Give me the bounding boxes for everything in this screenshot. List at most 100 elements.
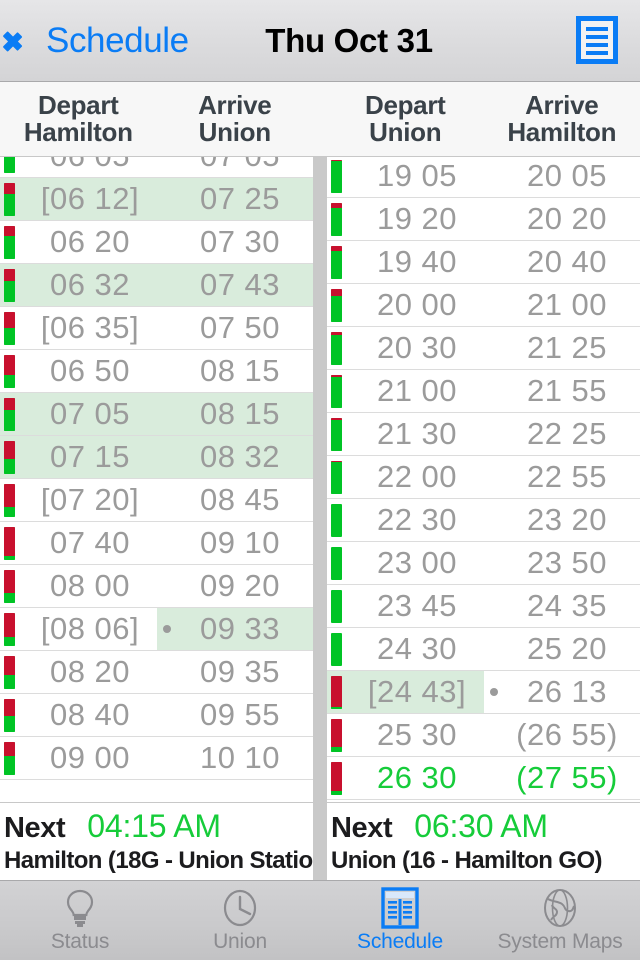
panel-hamilton-to-union: 06 0507 05 [06 12] 07 25 06 20 07 30 06 3207 … — [0, 157, 335, 880]
schedule-screen: Schedule Thu Oct 31 Depart Hamilton Arri… — [0, 0, 640, 960]
depart-time: 19 20 — [376, 201, 458, 236]
table-row[interactable]: 08 40 09 55 — [0, 694, 313, 737]
table-row[interactable]: [06 12] 07 25 — [0, 178, 313, 221]
next-time: 06:30 AM — [414, 808, 548, 844]
occupancy-bar-icon — [331, 202, 342, 236]
arrive-time: 07 43 — [199, 267, 281, 302]
table-row[interactable]: [08 06] 09 33 — [0, 608, 313, 651]
header-line-1: Depart — [364, 89, 446, 120]
tab-schedule[interactable]: Schedule — [320, 881, 480, 960]
arrive-time: 09 20 — [199, 568, 281, 603]
depart-time: 09 00 — [49, 740, 131, 775]
tab-label: Union — [213, 930, 267, 953]
table-row[interactable]: 20 30 21 25 — [327, 327, 640, 370]
table-row[interactable]: 21 30 22 25 — [327, 413, 640, 456]
table-row[interactable]: 25 30 (26 55) — [327, 714, 640, 757]
arrive-time: 21 55 — [526, 373, 608, 408]
depart-time: 19 05 — [376, 158, 458, 193]
table-row[interactable]: 07 05 08 15 — [0, 393, 313, 436]
depart-time: [06 12] — [40, 181, 140, 216]
occupancy-bar-icon — [4, 741, 15, 775]
table-row[interactable]: 22 30 23 20 — [327, 499, 640, 542]
occupancy-bar-icon — [331, 460, 342, 494]
table-row[interactable]: 23 45 24 35 — [327, 585, 640, 628]
tab-label: Status — [50, 930, 110, 953]
next-departure-left: Next 04:15 AM Hamilton (18G - Union Stat… — [0, 802, 335, 880]
next-time: 04:15 AM — [87, 808, 221, 844]
table-row[interactable]: 23 00 23 50 — [327, 542, 640, 585]
trip-list-left[interactable]: 06 0507 05 [06 12] 07 25 06 20 07 30 06 3207 … — [0, 157, 313, 802]
occupancy-bar-icon — [331, 546, 342, 580]
occupancy-bar-icon — [4, 311, 15, 345]
arrive-time: 26 13 — [526, 674, 608, 709]
occupancy-bar-icon — [4, 182, 15, 216]
occupancy-bar-icon — [331, 374, 342, 408]
column-header-left: Depart Hamilton Arrive Union — [0, 82, 313, 156]
table-row[interactable]: 20 00 21 00 — [327, 284, 640, 327]
depart-time: 06 20 — [49, 224, 131, 259]
arrive-time: (27 55) — [516, 760, 618, 795]
column-headers: Depart Hamilton Arrive Union Depart Unio… — [0, 82, 640, 157]
back-button[interactable]: Schedule — [14, 20, 189, 62]
header-line-2: Union — [198, 117, 271, 147]
arrive-time: 09 55 — [199, 697, 281, 732]
depart-time: 26 30 — [376, 760, 458, 795]
table-row[interactable]: 06 20 07 30 — [0, 221, 313, 264]
depart-time: 08 20 — [49, 654, 131, 689]
header-gutter — [313, 82, 327, 156]
tab-bar: Status Union Schedule System Maps — [0, 880, 640, 960]
table-row[interactable]: 06 50 08 15 — [0, 350, 313, 393]
arrive-time: 22 25 — [526, 416, 608, 451]
table-row[interactable]: [24 43] 26 13 — [327, 671, 640, 714]
occupancy-bar-icon — [331, 632, 342, 666]
table-row[interactable]: 26 30 (27 55) — [327, 757, 640, 800]
document-list-button[interactable] — [576, 15, 622, 66]
trip-list-right[interactable]: 19 05 20 05 19 20 20 20 19 40 20 40 20 00 21 00… — [327, 157, 640, 802]
table-row[interactable]: 07 40 09 10 — [0, 522, 313, 565]
arrive-time: (26 55) — [516, 717, 618, 752]
header-arrive-hamilton: Arrive Hamilton — [484, 82, 640, 156]
depart-time: [08 06] — [40, 611, 140, 646]
table-row[interactable]: 08 00 09 20 — [0, 565, 313, 608]
table-row[interactable]: [07 20] 08 45 — [0, 479, 313, 522]
table-row[interactable]: 19 40 20 40 — [327, 241, 640, 284]
arrive-time: 09 10 — [199, 525, 281, 560]
table-row[interactable]: 21 00 21 55 — [327, 370, 640, 413]
table-row[interactable]: 06 32 07 43 — [0, 264, 313, 307]
table-row[interactable]: 09 00 10 10 — [0, 737, 313, 780]
depart-time: 07 15 — [49, 439, 131, 474]
header-line-1: Arrive — [198, 89, 272, 120]
arrive-time: 07 50 — [199, 310, 281, 345]
tab-status[interactable]: Status — [0, 881, 160, 960]
next-route: Union (16 - Hamilton GO) — [331, 847, 603, 874]
table-row[interactable]: 06 0507 05 — [0, 157, 313, 178]
depart-time: 21 30 — [376, 416, 458, 451]
depart-time: [06 35] — [40, 310, 140, 345]
table-row[interactable]: 08 20 09 35 — [0, 651, 313, 694]
occupancy-bar-icon — [4, 157, 15, 173]
tab-system-maps[interactable]: System Maps — [480, 881, 640, 960]
tab-union[interactable]: Union — [160, 881, 320, 960]
depart-time: 20 00 — [376, 287, 458, 322]
table-row[interactable]: 24 30 25 20 — [327, 628, 640, 671]
arrive-time: 07 25 — [199, 181, 281, 216]
arrive-time: 07 05 — [167, 157, 313, 174]
table-row[interactable]: 19 20 20 20 — [327, 198, 640, 241]
table-row[interactable]: [06 35] 07 50 — [0, 307, 313, 350]
lightbulb-icon — [61, 887, 99, 929]
occupancy-bar-icon — [331, 761, 342, 795]
occupancy-bar-icon — [4, 569, 15, 603]
next-label: Next — [4, 812, 66, 844]
column-header-right: Depart Union Arrive Hamilton — [327, 82, 640, 156]
occupancy-bar-icon — [331, 331, 342, 365]
back-button-label: Schedule — [46, 20, 189, 60]
occupancy-bar-icon — [331, 417, 342, 451]
table-row[interactable]: 19 05 20 05 — [327, 157, 640, 198]
arrive-time: 07 30 — [199, 224, 281, 259]
header-line-2: Hamilton — [23, 117, 133, 147]
panel-union-to-hamilton: 19 05 20 05 19 20 20 20 19 40 20 40 20 00 21 00… — [327, 157, 640, 880]
table-row[interactable]: 22 00 22 55 — [327, 456, 640, 499]
occupancy-bar-icon — [4, 483, 15, 517]
table-row[interactable]: 07 15 08 32 — [0, 436, 313, 479]
depart-time: 06 05 — [17, 157, 167, 174]
